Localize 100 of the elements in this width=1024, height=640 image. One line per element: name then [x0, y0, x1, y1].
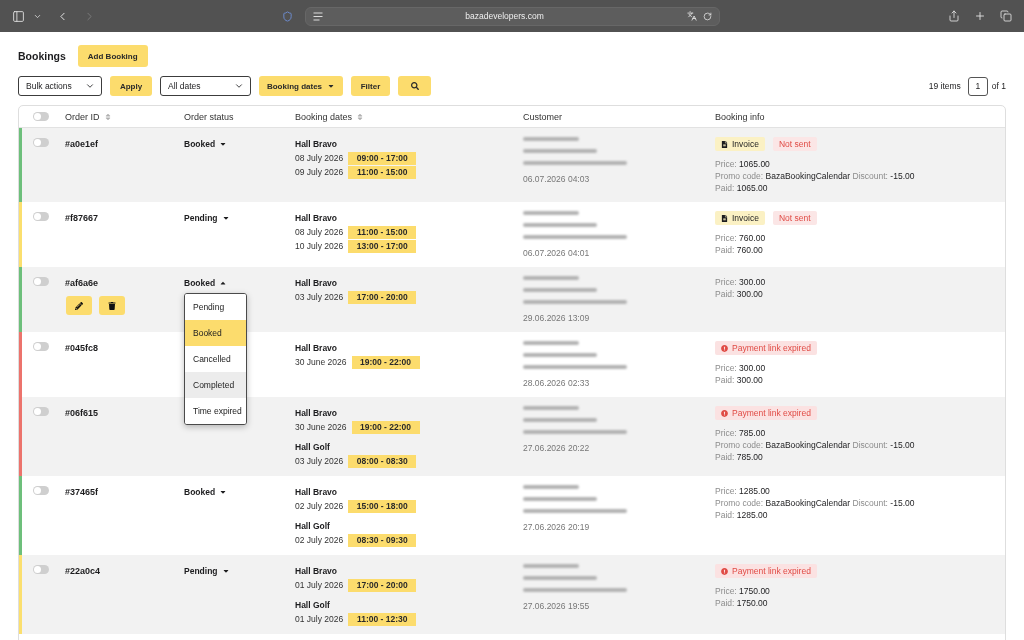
caret-down-icon	[219, 140, 228, 148]
booking-date: 02 July 2026	[295, 500, 344, 513]
created-date: 06.07.2026 04:01	[523, 247, 591, 259]
created-date: 29.06.2026 13:09	[523, 312, 591, 324]
add-booking-button[interactable]: Add Booking	[77, 45, 148, 67]
column-header: Customer	[523, 111, 562, 122]
pencil-icon	[75, 301, 83, 310]
time-slot: 13:00 - 17:00	[348, 239, 417, 253]
payment-detail-line: Price: 760.00	[715, 232, 767, 244]
caret-up-icon	[219, 279, 228, 287]
hall-name: Hall Bravo	[295, 565, 339, 578]
plus-icon[interactable]	[974, 10, 986, 22]
row-toggle[interactable]	[33, 565, 49, 574]
payment-detail-line: Paid: 1750.00	[715, 597, 769, 609]
row-toggle[interactable]	[33, 486, 49, 495]
time-slot: 15:00 - 18:00	[348, 499, 417, 513]
hall-name: Hall Bravo	[295, 342, 339, 355]
row-toggle[interactable]	[33, 342, 49, 351]
payment-detail-line: Paid: 760.00	[715, 244, 764, 256]
menu-item[interactable]: Booked	[185, 320, 246, 346]
time-slot: 19:00 - 22:00	[351, 355, 420, 369]
hall-name: Hall Golf	[295, 520, 331, 533]
column-header[interactable]: Booking dates	[295, 111, 365, 122]
text-lines-icon[interactable]	[312, 11, 323, 21]
filter-button[interactable]: Filter	[351, 76, 390, 96]
order-id: #22a0c4	[65, 565, 102, 578]
item-count: 19 items	[928, 81, 961, 91]
payment-detail-line: Paid: 1285.00	[715, 509, 769, 521]
share-icon[interactable]	[948, 10, 960, 22]
payment-detail-line: Promo code: BazaBookingCalendar Discount: -15.00	[715, 170, 916, 182]
caret-down-icon	[219, 488, 228, 496]
caret-down-icon	[221, 214, 230, 222]
time-slot: 17:00 - 20:00	[348, 578, 417, 592]
row-toggle[interactable]	[33, 277, 49, 286]
booking-date: 10 July 2026	[295, 240, 344, 253]
delete-button[interactable]	[99, 296, 125, 315]
hall-name: Hall Bravo	[295, 212, 339, 225]
search-button[interactable]	[398, 76, 431, 96]
created-date: 28.06.2026 02:33	[523, 377, 591, 389]
booking-date: 30 June 2026	[295, 356, 347, 369]
edit-button[interactable]	[66, 296, 92, 315]
booking-date: 03 July 2026	[295, 455, 344, 468]
menu-item[interactable]: Pending	[185, 294, 246, 320]
status-dropdown[interactable]: Booked	[184, 137, 228, 151]
order-id: #a0e1ef	[65, 138, 100, 151]
column-header: Booking info	[715, 111, 765, 122]
column-header[interactable]: Order ID	[65, 111, 112, 122]
invoice-badge[interactable]: Invoice	[715, 137, 765, 151]
overlapping-squares-icon[interactable]	[1000, 10, 1012, 22]
order-id: #37465f	[65, 486, 100, 499]
row-toggle[interactable]	[33, 212, 49, 221]
row-toggle[interactable]	[33, 407, 49, 416]
status-badge: Payment link expired	[715, 406, 817, 420]
time-slot: 11:00 - 15:00	[348, 165, 417, 179]
status-dropdown[interactable]: Pending	[184, 211, 230, 225]
menu-item[interactable]: Completed	[185, 372, 246, 398]
chevron-down-icon	[85, 81, 95, 91]
payment-detail-line: Price: 785.00	[715, 427, 767, 439]
created-date: 27.06.2026 20:19	[523, 521, 591, 533]
shield-icon[interactable]	[281, 10, 293, 22]
status-dropdown[interactable]: Booked	[184, 276, 228, 290]
trash-icon	[108, 301, 116, 310]
payment-detail-line: Paid: 785.00	[715, 451, 764, 463]
payment-detail-line: Price: 1065.00	[715, 158, 771, 170]
select-all-toggle[interactable]	[33, 112, 49, 121]
dates-select[interactable]: All dates	[160, 76, 251, 96]
booking-date: 03 July 2026	[295, 291, 344, 304]
document-icon	[721, 140, 728, 148]
row-toggle[interactable]	[33, 138, 49, 147]
invoice-badge[interactable]: Invoice	[715, 211, 765, 225]
status-dropdown[interactable]: Pending	[184, 564, 230, 578]
status-badge: Payment link expired	[715, 564, 817, 578]
page-total: of 1	[991, 81, 1006, 91]
status-badge: Not sent	[772, 211, 817, 225]
column-header: Order status	[184, 111, 234, 122]
menu-item[interactable]: Time expired	[185, 398, 246, 424]
bulk-actions-select[interactable]: Bulk actions	[18, 76, 102, 96]
booking-dates-button[interactable]: Booking dates	[259, 76, 343, 96]
created-date: 27.06.2026 20:22	[523, 442, 591, 454]
document-icon	[721, 214, 728, 222]
apply-button[interactable]: Apply	[110, 76, 152, 96]
payment-detail-line: Price: 300.00	[715, 362, 767, 374]
status-dropdown[interactable]: Booked	[184, 485, 228, 499]
search-icon	[410, 82, 419, 90]
payment-detail-line: Price: 1285.00	[715, 485, 771, 497]
circular-arrow-icon[interactable]	[702, 11, 712, 21]
menu-item[interactable]: Cancelled	[185, 346, 246, 372]
page-input[interactable]: 1	[967, 76, 988, 96]
payment-detail-line: Paid: 300.00	[715, 374, 764, 386]
booking-date: 01 July 2026	[295, 613, 344, 626]
language-icon[interactable]	[686, 11, 697, 21]
booking-date: 01 July 2026	[295, 579, 344, 592]
payment-detail-line: Paid: 300.00	[715, 288, 764, 300]
time-slot: 11:00 - 15:00	[348, 225, 417, 239]
time-slot: 19:00 - 22:00	[351, 420, 420, 434]
sort-icon	[103, 112, 112, 121]
order-id: #af6a6e	[65, 277, 100, 290]
address-bar[interactable]: bazadevelopers.com	[304, 6, 720, 26]
sidebar-icon[interactable]	[12, 9, 25, 23]
booking-date: 02 July 2026	[295, 534, 344, 547]
